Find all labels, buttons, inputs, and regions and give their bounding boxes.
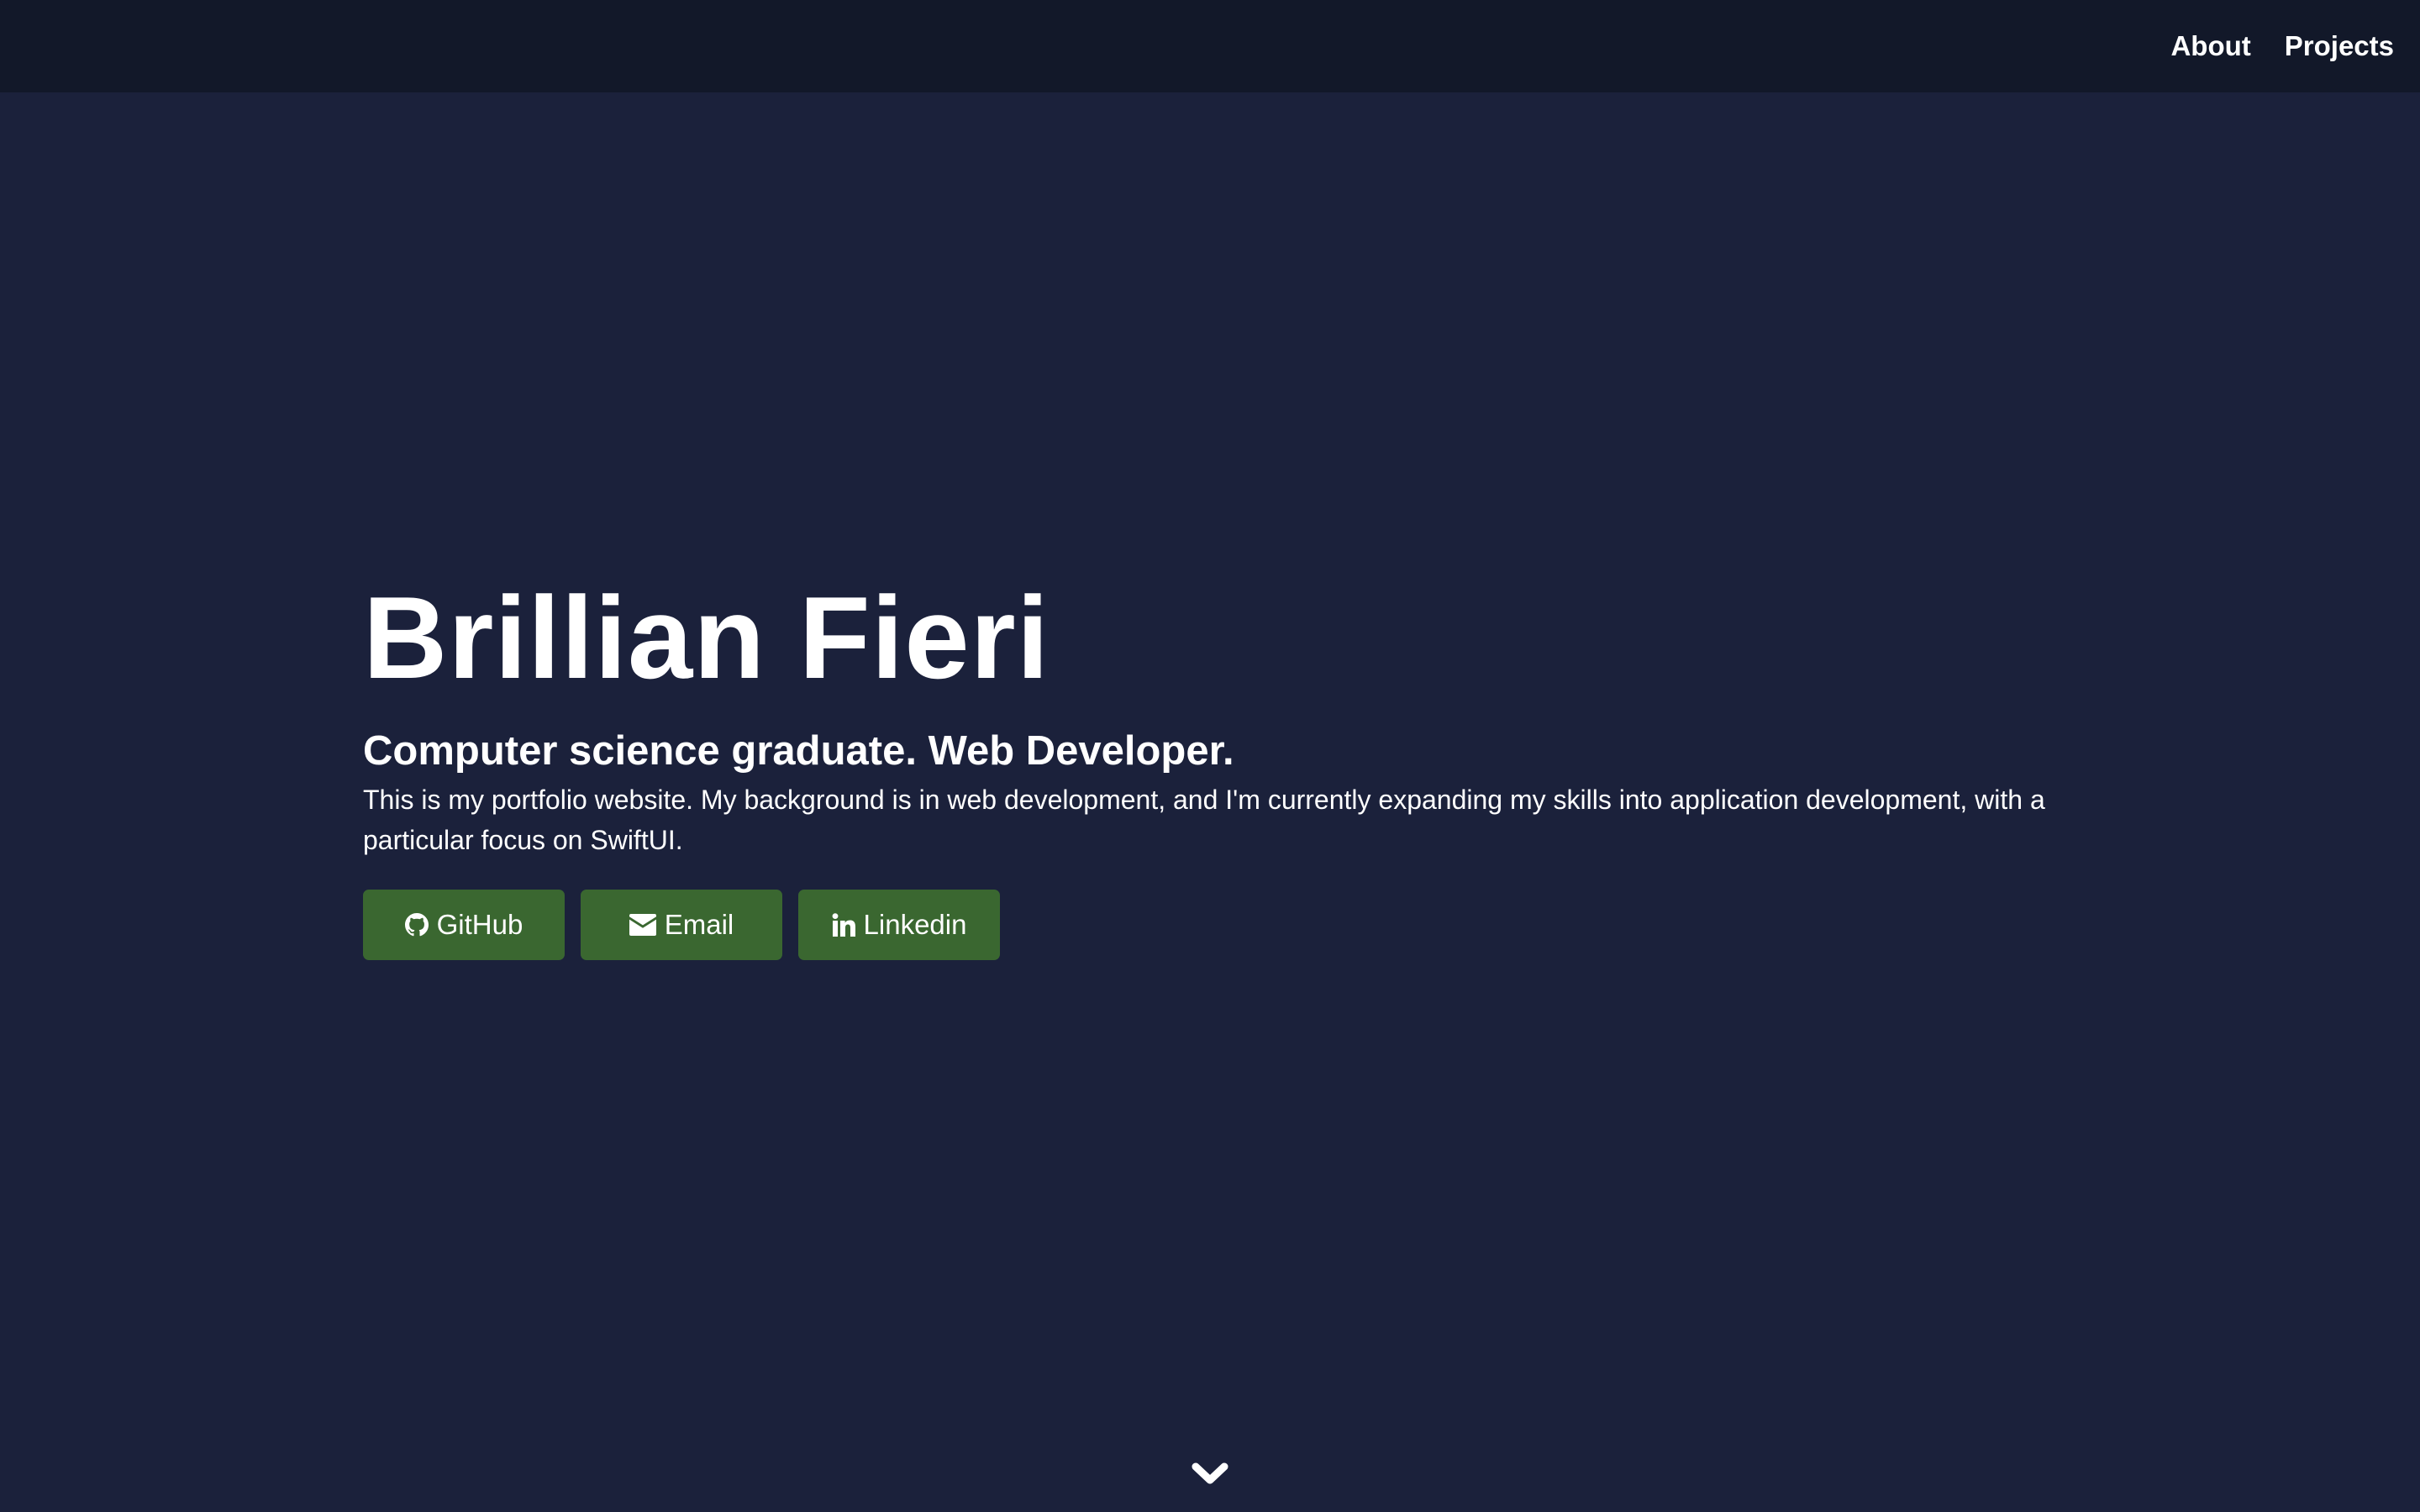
linkedin-button-label: Linkedin xyxy=(863,909,967,940)
navbar: About Projects xyxy=(0,0,2420,92)
chevron-down-icon xyxy=(1192,1462,1228,1491)
envelope-icon xyxy=(629,914,656,936)
email-button[interactable]: Email xyxy=(581,890,782,960)
scroll-down-button[interactable] xyxy=(1192,1462,1228,1490)
nav-links: About Projects xyxy=(2170,0,2394,92)
nav-link-projects[interactable]: Projects xyxy=(2285,30,2394,62)
social-buttons: GitHub Email Linkedin xyxy=(363,890,2060,960)
github-icon xyxy=(404,913,429,937)
hero-subtitle: Computer science graduate. Web Developer… xyxy=(363,728,1234,774)
nav-link-about[interactable]: About xyxy=(2170,30,2250,62)
linkedin-icon xyxy=(832,913,855,937)
hero-section: Brillian Fieri Computer science graduate… xyxy=(363,568,2060,960)
github-button[interactable]: GitHub xyxy=(363,890,565,960)
email-button-label: Email xyxy=(664,909,734,940)
linkedin-button[interactable]: Linkedin xyxy=(798,890,1000,960)
hero-name: Brillian Fieri xyxy=(363,573,1050,703)
github-button-label: GitHub xyxy=(436,909,523,940)
hero-description: This is my portfolio website. My backgro… xyxy=(363,785,2045,855)
